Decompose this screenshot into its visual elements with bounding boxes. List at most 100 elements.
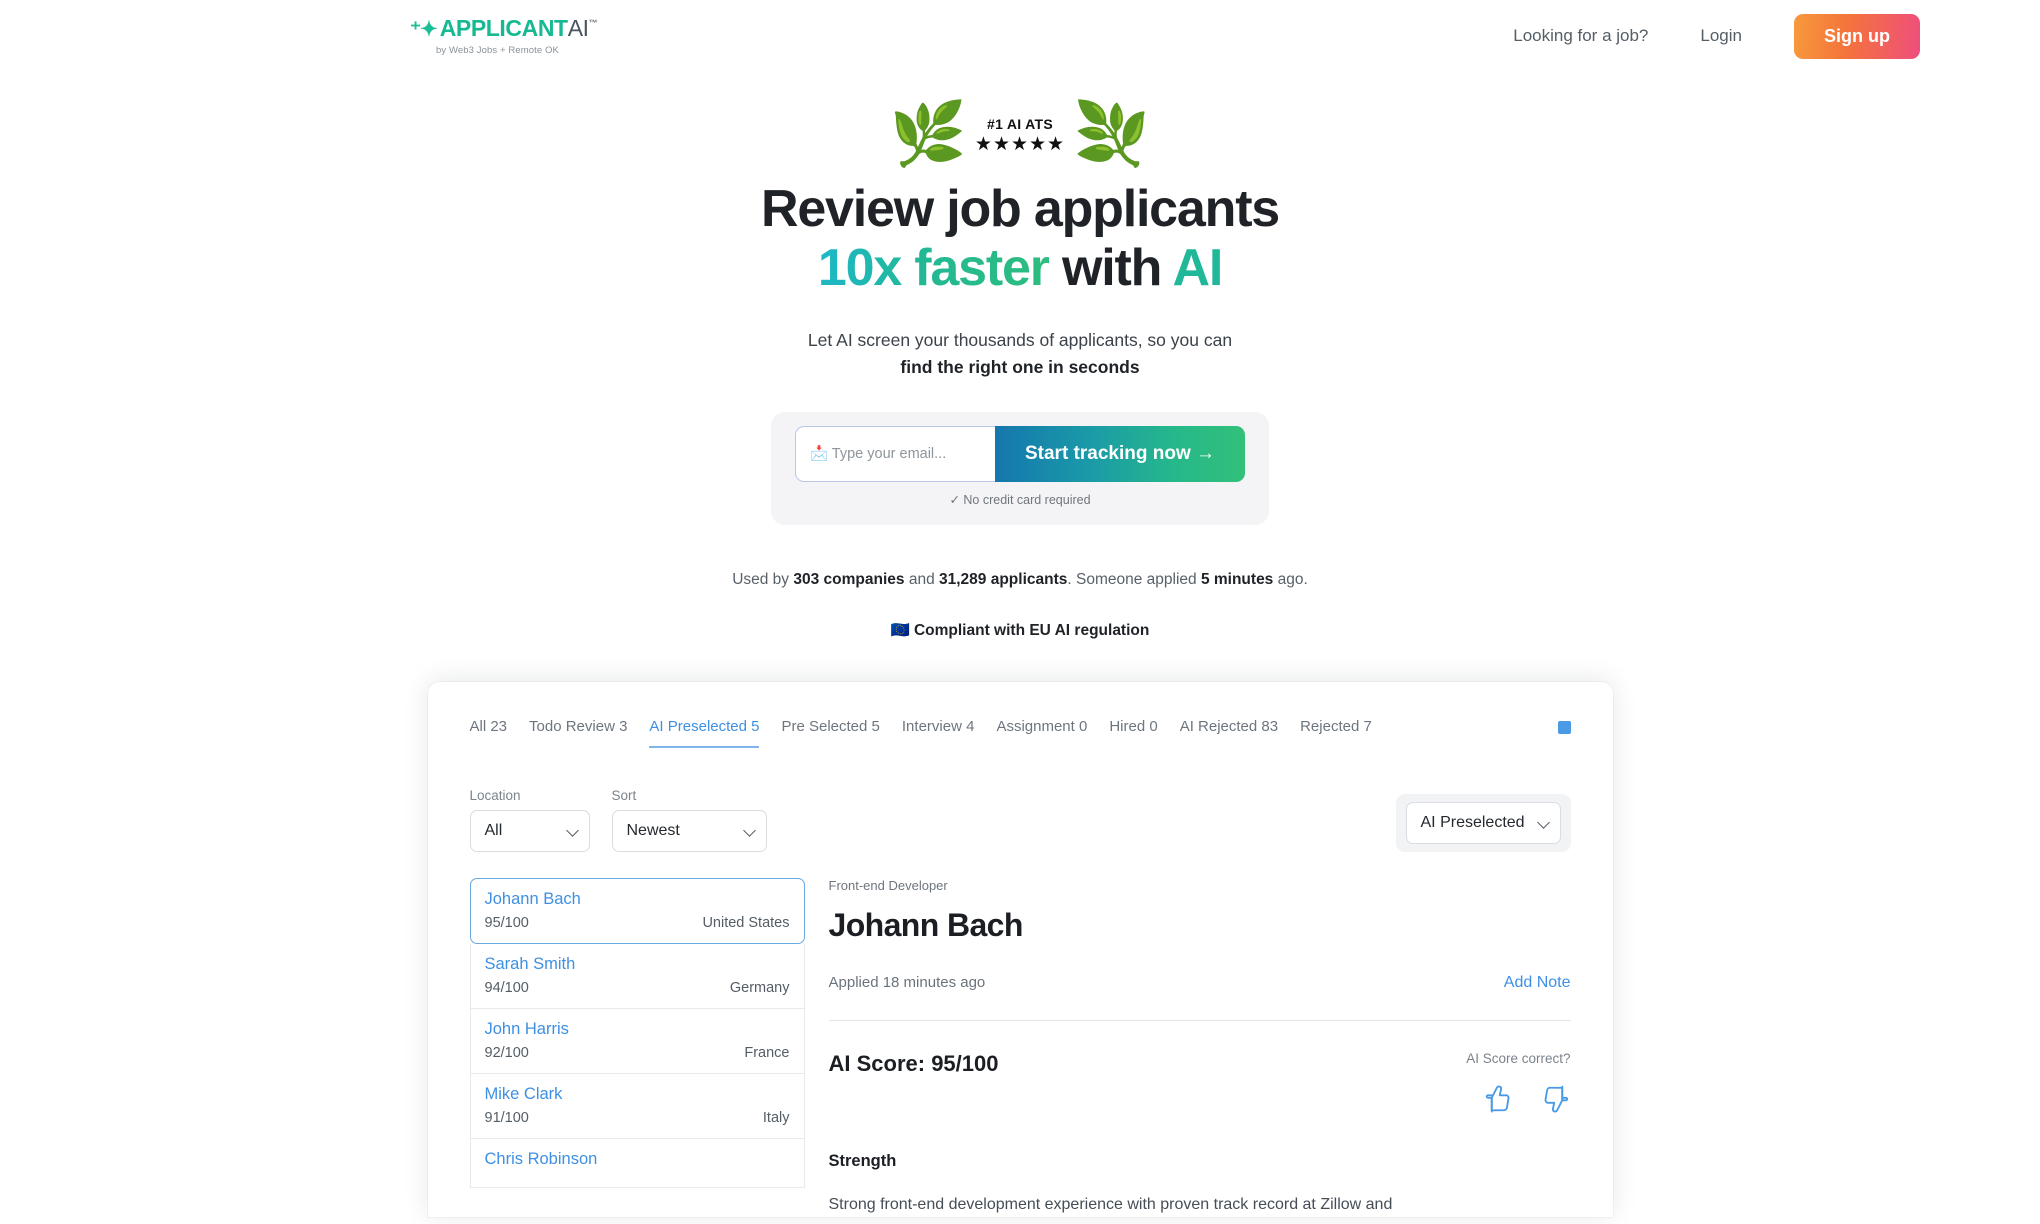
list-item[interactable]: Sarah Smith 94/100 Germany [469, 943, 805, 1009]
tab-ai-preselected[interactable]: AI Preselected 5 [649, 718, 760, 748]
candidate-name: Mike Clark [484, 1084, 563, 1103]
candidate-detail-panel: Front-end Developer Johann Bach Applied … [828, 877, 1571, 1217]
stage-select-wrapper: AI Preselected [1395, 793, 1571, 852]
subtitle-line-1: Let AI screen your thousands of applican… [807, 329, 1233, 350]
sort-filter: Sort Newest [611, 787, 767, 852]
list-item[interactable]: Chris Robinson [469, 1138, 805, 1188]
headline-line-1: Review job applicants [760, 180, 1280, 238]
tab-pre-selected[interactable]: Pre Selected 5 [781, 718, 879, 748]
last-applied-time: 5 minutes [1200, 570, 1274, 588]
candidate-list: Johann Bach 95/100 United States Sarah S… [469, 877, 805, 1217]
filters-row: Location All Sort Newest AI Preselected [469, 787, 1571, 852]
trademark-mark: ™ [588, 17, 598, 28]
list-item[interactable]: John Harris 92/100 France [469, 1008, 805, 1074]
eu-flag-icon: 🇪🇺 [890, 621, 910, 639]
header-nav: Looking for a job? Login Sign up [1513, 13, 1920, 59]
headline-10x-faster: 10x faster [817, 239, 1050, 298]
location-select[interactable]: All [469, 809, 590, 852]
compliance-text: Compliant with EU AI regulation [913, 621, 1150, 639]
social-proof-middle: and [904, 570, 939, 588]
applicants-count: 31,289 applicants [939, 570, 1068, 588]
social-proof-suffix-post: ago. [1273, 570, 1308, 588]
logo[interactable]: ⁺✦ APPLICANT AI ™ by Web3 Jobs + Remote … [410, 14, 598, 56]
app-preview-card: All 23 Todo Review 3 AI Preselected 5 Pr… [427, 681, 1613, 1217]
strength-description: Strong front-end development experience … [828, 1195, 1393, 1213]
ai-score-title: AI Score: 95/100 [828, 1050, 999, 1076]
sparkle-icon: ⁺✦ [410, 17, 438, 41]
list-item[interactable]: Mike Clark 91/100 Italy [469, 1073, 805, 1139]
headline-with: with [1048, 239, 1173, 298]
subtitle-line-2: find the right one in seconds [900, 357, 1140, 378]
companies-count: 303 companies [793, 570, 905, 588]
chevron-down-icon [745, 826, 754, 835]
social-proof-text: Used by 303 companies and 31,289 applica… [0, 571, 2040, 589]
tab-todo-review[interactable]: Todo Review 3 [529, 718, 627, 748]
sort-select-value: Newest [626, 821, 680, 839]
strength-heading: Strength [828, 1151, 897, 1170]
hero-subtitle: Let AI screen your thousands of applican… [0, 327, 2040, 382]
award-badge: 🌿 #1 AI ATS ★★★★★ 🌿 [889, 100, 1151, 169]
signup-form: Start tracking now → ✓ No credit card re… [770, 411, 1270, 525]
tab-all[interactable]: All 23 [470, 718, 508, 748]
laurel-wreath-right-icon: 🌿 [1073, 100, 1151, 169]
logo-text-ai: AI [567, 14, 589, 41]
star-rating-icon: ★★★★★ [974, 134, 1066, 155]
thumbs-up-icon[interactable] [1483, 1084, 1513, 1114]
app-panels: Johann Bach 95/100 United States Sarah S… [469, 877, 1571, 1217]
hero-section: 🌿 #1 AI ATS ★★★★★ 🌿 Review job applicant… [0, 72, 2040, 640]
stage-select[interactable]: AI Preselected [1405, 801, 1561, 844]
candidate-score: 92/100 [484, 1044, 529, 1061]
site-header: ⁺✦ APPLICANT AI ™ by Web3 Jobs + Remote … [0, 0, 2040, 72]
tab-assignment[interactable]: Assignment 0 [996, 718, 1087, 748]
looking-for-job-link[interactable]: Looking for a job? [1513, 26, 1648, 46]
social-proof-suffix-pre: . Someone applied [1067, 570, 1201, 588]
signup-form-wrapper: Start tracking now → ✓ No credit card re… [0, 411, 2040, 525]
candidate-score: 95/100 [484, 914, 529, 931]
candidate-role: Front-end Developer [828, 877, 948, 893]
social-proof-prefix: Used by [732, 570, 794, 588]
app-preview-wrapper: All 23 Todo Review 3 AI Preselected 5 Pr… [0, 681, 2040, 1217]
stage-select-value: AI Preselected [1420, 813, 1525, 831]
candidate-score: 91/100 [484, 1109, 529, 1126]
grid-view-icon[interactable] [1557, 720, 1571, 734]
candidate-location: France [744, 1044, 790, 1061]
list-item[interactable]: Johann Bach 95/100 United States [469, 877, 805, 944]
chevron-down-icon [568, 826, 577, 835]
no-credit-card-note: ✓ No credit card required [949, 492, 1091, 507]
candidate-location: Italy [762, 1109, 790, 1126]
login-link[interactable]: Login [1700, 26, 1742, 46]
location-filter: Location All [469, 787, 590, 852]
candidate-detail-name: Johann Bach [828, 906, 1024, 943]
start-tracking-button[interactable]: Start tracking now → [994, 425, 1246, 482]
add-note-button[interactable]: Add Note [1504, 974, 1571, 992]
location-select-value: All [484, 821, 503, 839]
candidate-name: Sarah Smith [484, 954, 576, 973]
candidate-name: Chris Robinson [484, 1149, 598, 1168]
candidate-name: John Harris [484, 1019, 569, 1038]
page-title: Review job applicants 10x faster with AI [0, 180, 2040, 299]
headline-ai: AI [1172, 239, 1223, 298]
tab-interview[interactable]: Interview 4 [902, 718, 975, 748]
logo-text-applicant: APPLICANT [439, 14, 568, 41]
chevron-down-icon [1539, 818, 1548, 827]
applied-timestamp: Applied 18 minutes ago [828, 974, 986, 992]
compliance-note: 🇪🇺 Compliant with EU AI regulation [0, 621, 2040, 640]
logo-tagline: by Web3 Jobs + Remote OK [436, 44, 559, 56]
tab-rejected[interactable]: Rejected 7 [1300, 718, 1372, 748]
ai-score-feedback-label: AI Score correct? [1466, 1050, 1571, 1066]
badge-label: #1 AI ATS [987, 116, 1053, 132]
signup-button[interactable]: Sign up [1794, 13, 1920, 59]
thumbs-down-icon[interactable] [1541, 1084, 1571, 1114]
location-filter-label: Location [469, 787, 521, 803]
tab-ai-rejected[interactable]: AI Rejected 83 [1180, 718, 1278, 748]
pipeline-tabs: All 23 Todo Review 3 AI Preselected 5 Pr… [470, 718, 1372, 748]
sort-select[interactable]: Newest [611, 809, 767, 852]
sort-filter-label: Sort [611, 787, 637, 803]
laurel-wreath-left-icon: 🌿 [889, 100, 967, 169]
email-input[interactable] [794, 425, 995, 482]
candidate-score: 94/100 [484, 979, 529, 996]
candidate-name: Johann Bach [484, 889, 581, 908]
tabs-row: All 23 Todo Review 3 AI Preselected 5 Pr… [470, 718, 1571, 748]
tab-hired[interactable]: Hired 0 [1109, 718, 1157, 748]
candidate-location: Germany [729, 979, 790, 996]
